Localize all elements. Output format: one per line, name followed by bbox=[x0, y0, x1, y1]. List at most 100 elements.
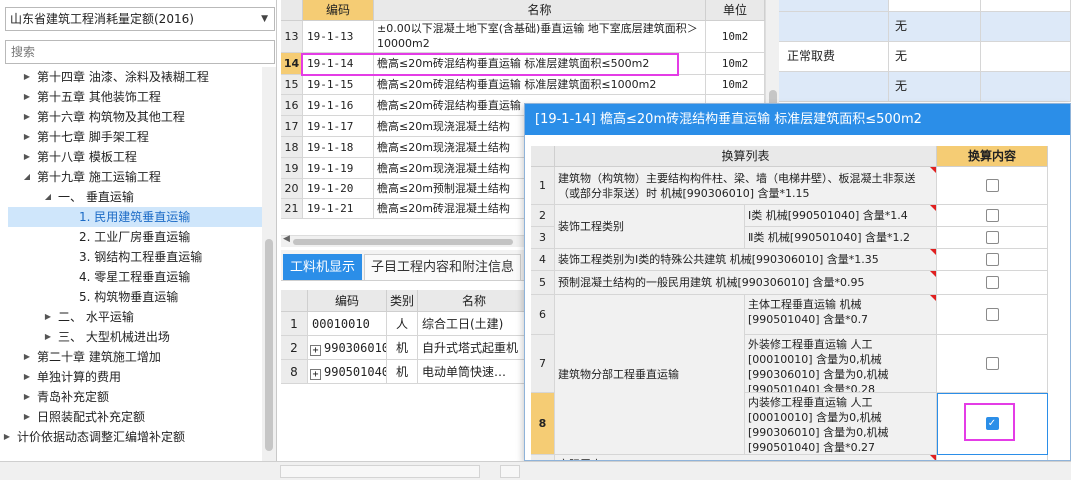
conversion-checkbox-cell[interactable] bbox=[937, 205, 1048, 227]
expand-arrow-icon[interactable]: ▶ bbox=[22, 367, 32, 387]
checkbox[interactable] bbox=[985, 231, 999, 244]
fee-value-cell: 无 bbox=[889, 42, 981, 72]
quota-unit: 10m2 bbox=[706, 21, 765, 53]
tree-node[interactable]: ▶ 青岛补充定额 bbox=[0, 387, 262, 407]
row-number-text: 3 bbox=[539, 231, 546, 244]
header-name[interactable]: 名称 bbox=[418, 290, 531, 312]
conversion-checkbox-cell[interactable] bbox=[937, 295, 1048, 335]
header-conversion-list: 换算列表 bbox=[555, 146, 937, 167]
collapse-arrow-icon[interactable]: ◢ bbox=[22, 167, 32, 187]
expand-arrow-icon[interactable]: ▶ bbox=[43, 307, 53, 327]
search-input[interactable] bbox=[5, 40, 275, 64]
expand-arrow-icon[interactable]: ▶ bbox=[22, 87, 32, 107]
expand-arrow-icon[interactable]: ▶ bbox=[22, 67, 32, 87]
conversion-group: 建筑物分部工程垂直运输 bbox=[555, 295, 745, 455]
tree-node[interactable]: ▶ 二、 水平运输 bbox=[0, 307, 262, 327]
note-marker-icon bbox=[930, 295, 936, 301]
tree-node[interactable]: ▶ 第十四章 油漆、涂料及裱糊工程 bbox=[0, 67, 262, 87]
tree-node-label: 第十六章 构筑物及其他工程 bbox=[37, 110, 185, 124]
resource-grid: 编码 类别 名称 1 00010010 人综合工日(土建) 2 +990306010 机自… bbox=[281, 290, 531, 461]
conversion-checkbox-cell[interactable] bbox=[937, 335, 1048, 393]
left-panel: 山东省建筑工程消耗量定额(2016) ▼ ▶ 第十四章 油漆、涂料及裱糊工程 ▶ 第十… bbox=[0, 0, 277, 461]
quota-code: 19-1-19 bbox=[303, 158, 374, 179]
conversion-sub-text: Ⅰ类 机械[990501040] 含量*1.4 bbox=[748, 209, 908, 222]
tree-node[interactable]: ▶ 第十五章 其他装饰工程 bbox=[0, 87, 262, 107]
quota-row[interactable]: 13 19-1-13 ±0.00以下混凝土地下室(含基础)垂直运输 地下室底层建筑面… bbox=[281, 21, 765, 53]
row-number: 2 bbox=[281, 336, 308, 360]
header-name[interactable]: 名称 bbox=[374, 0, 706, 21]
quota-code: 19-1-13 bbox=[303, 21, 374, 53]
dialog-title: [19-1-14] 檐高≤20m砖混结构垂直运输 标准层建筑面积≤500m2 bbox=[525, 104, 1070, 135]
chevron-down-icon[interactable]: ▼ bbox=[261, 8, 268, 30]
expand-arrow-icon[interactable]: ▶ bbox=[22, 147, 32, 167]
tree-scrollbar[interactable] bbox=[262, 67, 276, 461]
tree-node[interactable]: ◢ 第十九章 施工运输工程 bbox=[0, 167, 262, 187]
header-code[interactable]: 编码 bbox=[303, 0, 374, 21]
tab-work-content[interactable]: 子目工程内容和附注信息 bbox=[364, 254, 522, 280]
conversion-checkbox-cell[interactable] bbox=[937, 271, 1048, 295]
note-marker-icon bbox=[930, 205, 936, 211]
scrollbar-thumb[interactable] bbox=[265, 239, 273, 451]
expand-arrow-icon[interactable]: ▶ bbox=[43, 327, 53, 347]
tree-node[interactable]: ▶ 第十八章 模板工程 bbox=[0, 147, 262, 167]
tree-node[interactable]: ▶ 第二十章 建筑施工增加 bbox=[0, 347, 262, 367]
tree-node-label: 一、 垂直运输 bbox=[58, 190, 134, 204]
expand-arrow-icon[interactable]: ▶ bbox=[22, 407, 32, 427]
expand-plus-icon[interactable]: + bbox=[310, 345, 321, 356]
tree-node-label: 二、 水平运输 bbox=[58, 310, 134, 324]
row-number: 20 bbox=[281, 179, 303, 199]
resource-code-text: 990306010 bbox=[324, 341, 387, 355]
expand-arrow-icon[interactable]: ▶ bbox=[22, 387, 32, 407]
checkbox[interactable] bbox=[985, 253, 999, 266]
row-number-text: 2 bbox=[539, 209, 546, 222]
row-number-text: 8 bbox=[290, 365, 298, 379]
row-number: 2 bbox=[531, 205, 555, 227]
tree-node[interactable]: ◢ 一、 垂直运输 bbox=[0, 187, 262, 207]
resource-type: 人 bbox=[387, 312, 418, 336]
expand-arrow-icon[interactable]: ▶ bbox=[22, 127, 32, 147]
quota-row[interactable]: 15 19-1-15 檐高≤20m砖混结构垂直运输 标准层建筑面积≤1000m2 10… bbox=[281, 75, 765, 95]
checkbox[interactable] bbox=[985, 276, 999, 289]
checkbox[interactable] bbox=[985, 179, 999, 192]
conversion-sub-text: 外装修工程垂直运输 人工[00010010] 含量为0,机械[990306010… bbox=[748, 338, 889, 393]
tree-node-label: 单独计算的费用 bbox=[37, 370, 122, 384]
checkbox[interactable] bbox=[985, 357, 999, 370]
tree-node[interactable]: 2. 工业厂房垂直运输 bbox=[0, 227, 262, 247]
conversion-checkbox-cell[interactable] bbox=[937, 167, 1048, 205]
checkbox[interactable] bbox=[985, 308, 999, 321]
conversion-label: 预制混凝土结构的一般民用建筑 机械[990306010] 含量*0.95 bbox=[555, 271, 937, 295]
tree-node[interactable]: ▶ 日照装配式补充定额 bbox=[0, 407, 262, 427]
expand-arrow-icon[interactable]: ▶ bbox=[22, 107, 32, 127]
resource-code: +990306010 bbox=[308, 336, 387, 360]
scrollbar-thumb[interactable] bbox=[293, 239, 513, 245]
tree-node[interactable]: ▶ 三、 大型机械进出场 bbox=[0, 327, 262, 347]
header-type[interactable]: 类别 bbox=[387, 290, 418, 312]
conversion-checkbox-cell[interactable] bbox=[937, 227, 1048, 249]
header-unit[interactable]: 单位 bbox=[706, 0, 765, 21]
tree-node[interactable]: 5. 构筑物垂直运输 bbox=[0, 287, 262, 307]
tree-node[interactable]: ▶ 计价依据动态调整汇编增补定额 bbox=[0, 427, 262, 447]
tree-node[interactable]: ▶ 单独计算的费用 bbox=[0, 367, 262, 387]
tree-node[interactable]: 3. 钢结构工程垂直运输 bbox=[0, 247, 262, 267]
expand-arrow-icon[interactable]: ▶ bbox=[2, 427, 12, 447]
row-number: 3 bbox=[531, 227, 555, 249]
resource-type-text: 机 bbox=[395, 365, 408, 379]
tree-node[interactable]: 4. 零星工程垂直运输 bbox=[0, 267, 262, 287]
quota-unit: 10m2 bbox=[706, 53, 765, 75]
quota-code: 19-1-17 bbox=[303, 116, 374, 137]
checkbox[interactable] bbox=[985, 209, 999, 222]
tree-node[interactable]: ▶ 第十七章 脚手架工程 bbox=[0, 127, 262, 147]
expand-arrow-icon[interactable]: ▶ bbox=[22, 347, 32, 367]
header-code[interactable]: 编码 bbox=[308, 290, 387, 312]
expand-plus-icon[interactable]: + bbox=[310, 369, 321, 380]
collapse-arrow-icon[interactable]: ◢ bbox=[43, 187, 53, 207]
note-marker-icon bbox=[930, 271, 936, 277]
tree-node[interactable]: 1. 民用建筑垂直运输 bbox=[8, 207, 262, 227]
quota-library-select[interactable]: 山东省建筑工程消耗量定额(2016) ▼ bbox=[5, 7, 275, 31]
scroll-left-icon[interactable]: ◀ bbox=[283, 234, 290, 244]
conversion-group-text: 装饰工程类别 bbox=[558, 220, 624, 233]
tree-node[interactable]: ▶ 第十六章 构筑物及其他工程 bbox=[0, 107, 262, 127]
tab-resource-display[interactable]: 工料机显示 bbox=[283, 254, 363, 280]
conversion-checkbox-cell[interactable] bbox=[937, 249, 1048, 271]
tree-node-label: 第十四章 油漆、涂料及裱糊工程 bbox=[37, 70, 209, 84]
